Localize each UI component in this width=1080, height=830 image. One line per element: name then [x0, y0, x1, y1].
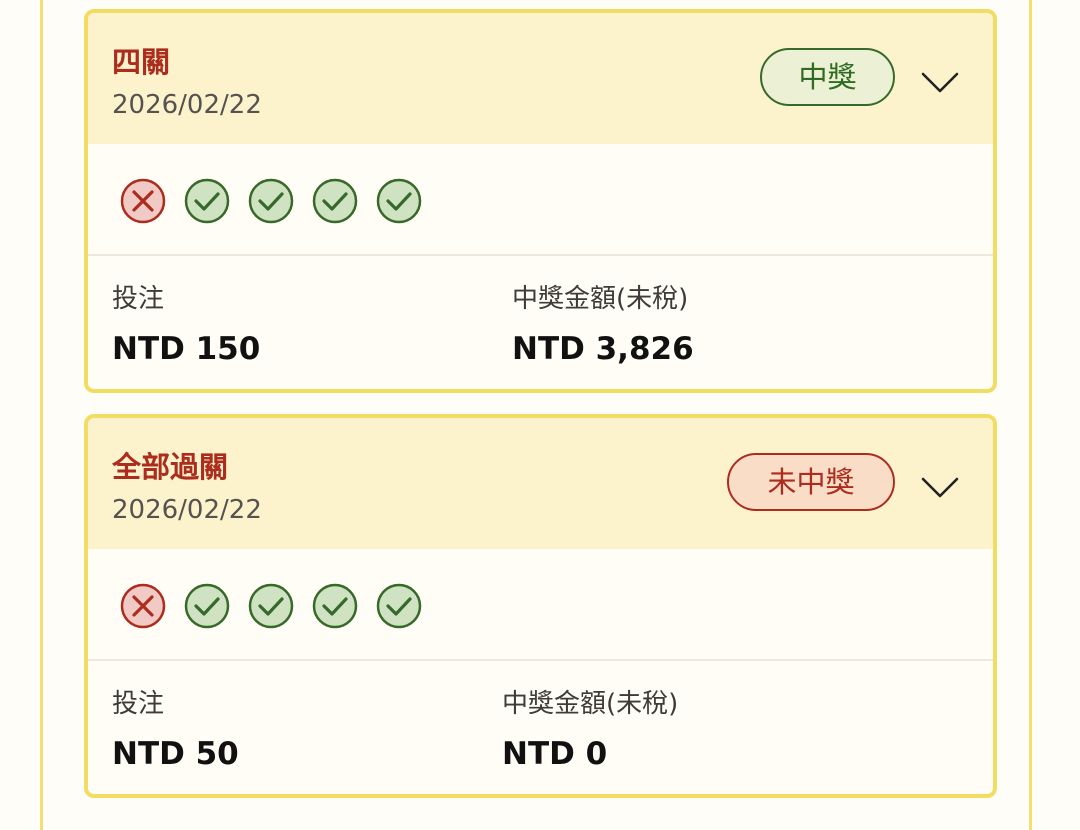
bet-date: 2026/02/22: [112, 495, 262, 525]
stake-value: NTD 150: [112, 331, 261, 367]
check-circle-icon: [312, 178, 358, 224]
chevron-down-icon[interactable]: [920, 71, 960, 95]
bet-date: 2026/02/22: [112, 90, 262, 120]
payout-label: 中獎金額(未稅): [512, 284, 689, 314]
bet-card-header[interactable]: 全部過關 2026/02/22 未中獎: [88, 418, 993, 549]
check-circle-icon: [312, 583, 358, 629]
leg-results: [88, 144, 993, 256]
stake-label: 投注: [112, 284, 165, 314]
stake-label: 投注: [112, 689, 165, 719]
cross-circle-icon: [120, 583, 166, 629]
status-badge: 未中獎: [727, 453, 895, 511]
chevron-down-icon[interactable]: [920, 476, 960, 500]
check-circle-icon: [184, 583, 230, 629]
leg-results: [88, 549, 993, 661]
check-circle-icon: [248, 583, 294, 629]
check-circle-icon: [376, 178, 422, 224]
bet-card[interactable]: 全部過關 2026/02/22 未中獎 投注 NTD 50 中獎金額(未稅) N…: [84, 414, 997, 798]
bet-type-title: 全部過關: [112, 450, 229, 484]
bet-stats: 投注 NTD 150 中獎金額(未稅) NTD 3,826: [88, 256, 993, 389]
payout-value: NTD 3,826: [512, 331, 694, 367]
cross-circle-icon: [120, 178, 166, 224]
bet-type-title: 四關: [112, 45, 171, 79]
check-circle-icon: [184, 178, 230, 224]
bet-card[interactable]: 四關 2026/02/22 中獎 投注 NTD 150 中獎金額(未稅) NTD…: [84, 9, 997, 393]
bet-stats: 投注 NTD 50 中獎金額(未稅) NTD 0: [88, 661, 993, 794]
payout-label: 中獎金額(未稅): [502, 689, 679, 719]
check-circle-icon: [376, 583, 422, 629]
bet-card-header[interactable]: 四關 2026/02/22 中獎: [88, 13, 993, 144]
check-circle-icon: [248, 178, 294, 224]
status-badge: 中獎: [760, 48, 895, 106]
payout-value: NTD 0: [502, 736, 608, 772]
stake-value: NTD 50: [112, 736, 239, 772]
